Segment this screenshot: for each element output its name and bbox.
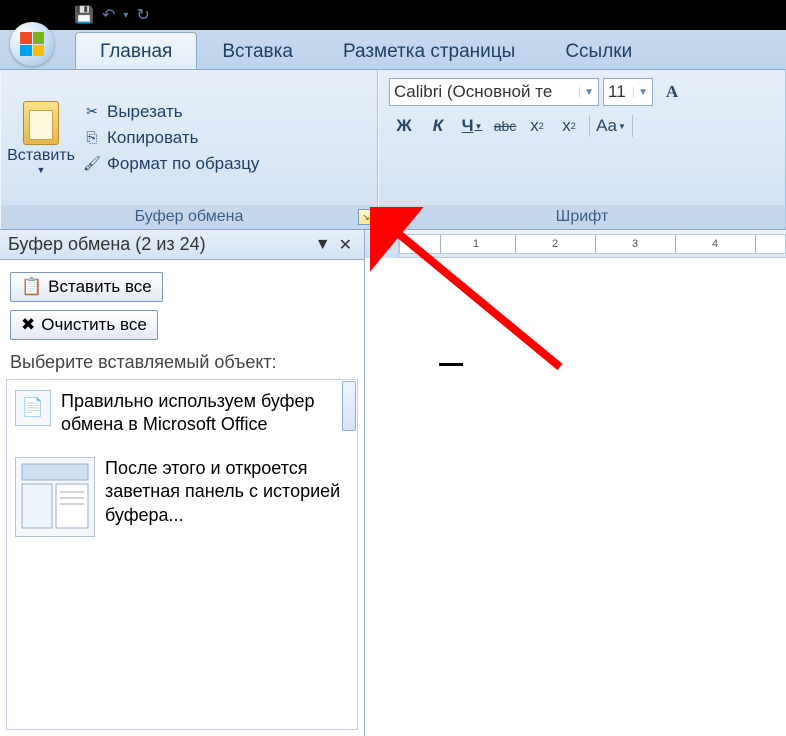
pane-title: Буфер обмена (2 из 24) — [8, 234, 206, 255]
paste-all-label: Вставить все — [48, 277, 152, 297]
pane-instruction: Выберите вставляемый объект: — [0, 352, 364, 379]
text-cursor — [439, 363, 463, 366]
clipboard-item-text: Правильно используем буфер обмена в Micr… — [61, 390, 349, 437]
save-icon[interactable]: 💾 — [74, 5, 94, 25]
paste-button[interactable]: Вставить ▼ — [7, 74, 75, 201]
clipboard-item[interactable]: После этого и откроется заветная панель … — [7, 447, 357, 547]
group-clipboard-label: Буфер обмена ↘ — [1, 205, 377, 229]
text-item-icon: 📄 — [15, 390, 51, 426]
paste-all-icon: 📋 — [21, 277, 42, 297]
tab-insert[interactable]: Вставка — [197, 32, 318, 69]
font-name-value: Calibri (Основной те — [394, 82, 552, 102]
bold-button[interactable]: Ж — [389, 112, 419, 140]
brush-icon: 🖌 — [83, 155, 101, 173]
copy-button[interactable]: ⎘ Копировать — [79, 126, 263, 150]
clipboard-dialog-launcher[interactable]: ↘ — [358, 209, 374, 225]
group-clipboard: Вставить ▼ ✂ Вырезать ⎘ Копировать 🖌 Фор… — [0, 70, 378, 229]
clipboard-task-pane: Буфер обмена (2 из 24) ▼ ✕ 📋 Вставить вс… — [0, 230, 365, 736]
ruler-number: 4 — [712, 238, 718, 250]
ruler-number: 2 — [552, 238, 558, 250]
image-item-thumb — [15, 457, 95, 537]
chevron-down-icon[interactable]: ▼ — [475, 122, 483, 131]
separator — [632, 115, 633, 137]
change-case-button[interactable]: Aa▼ — [596, 112, 626, 140]
pane-header: Буфер обмена (2 из 24) ▼ ✕ — [0, 230, 364, 260]
ruler-corner-icon[interactable]: ⬚ — [365, 230, 399, 258]
clear-all-button[interactable]: ✖ Очистить все — [10, 310, 158, 340]
separator — [589, 115, 590, 137]
format-painter-label: Формат по образцу — [107, 154, 259, 174]
chevron-down-icon[interactable]: ▼ — [618, 122, 626, 131]
office-button[interactable] — [10, 22, 54, 66]
group-font-label: Шрифт — [379, 205, 785, 229]
document-page[interactable] — [399, 258, 786, 736]
tab-layout[interactable]: Разметка страницы — [318, 32, 540, 69]
chevron-down-icon[interactable]: ▼ — [579, 87, 594, 98]
clear-all-icon: ✖ — [21, 315, 35, 335]
superscript-button[interactable]: x2 — [555, 112, 583, 140]
italic-button[interactable]: К — [423, 112, 453, 140]
ruler-number: 3 — [632, 238, 638, 250]
grow-font-button[interactable]: A — [657, 78, 687, 106]
copy-label: Копировать — [107, 128, 199, 148]
clipboard-item-text: После этого и откроется заветная панель … — [105, 457, 349, 537]
ribbon: Вставить ▼ ✂ Вырезать ⎘ Копировать 🖌 Фор… — [0, 70, 786, 230]
title-bar: 💾 ↶ ▾ ↻ — [0, 0, 786, 30]
document-area: ⬚ 1 2 3 4 — [365, 230, 786, 736]
clipboard-items-list[interactable]: 📄 Правильно используем буфер обмена в Mi… — [6, 379, 358, 730]
tab-home[interactable]: Главная — [75, 32, 197, 69]
copy-icon: ⎘ — [83, 129, 101, 147]
workspace: Буфер обмена (2 из 24) ▼ ✕ 📋 Вставить вс… — [0, 230, 786, 736]
clear-all-label: Очистить все — [41, 315, 147, 335]
scissors-icon: ✂ — [83, 103, 101, 121]
tab-references[interactable]: Ссылки — [540, 32, 657, 69]
chevron-down-icon[interactable]: ▼ — [633, 87, 648, 98]
group-font: Calibri (Основной те ▼ 11 ▼ A Ж К Ч▼ abc… — [378, 70, 786, 229]
clipboard-item[interactable]: 📄 Правильно используем буфер обмена в Mi… — [7, 380, 357, 447]
undo-icon[interactable]: ↶ — [102, 5, 115, 25]
strike-button[interactable]: abc — [491, 112, 519, 140]
cut-button[interactable]: ✂ Вырезать — [79, 100, 263, 124]
redo-icon[interactable]: ↻ — [136, 5, 149, 25]
pane-menu-icon[interactable]: ▼ — [311, 236, 335, 254]
subscript-button[interactable]: x2 — [523, 112, 551, 140]
paste-label: Вставить — [7, 147, 75, 165]
font-size-value: 11 — [608, 82, 626, 102]
horizontal-ruler[interactable]: ⬚ 1 2 3 4 — [365, 230, 786, 258]
font-size-combo[interactable]: 11 ▼ — [603, 78, 653, 106]
office-logo-icon — [20, 32, 44, 56]
undo-dropdown-icon[interactable]: ▾ — [123, 10, 128, 21]
scrollbar-thumb[interactable] — [342, 381, 356, 431]
underline-button[interactable]: Ч▼ — [457, 112, 487, 140]
chevron-down-icon[interactable]: ▼ — [37, 165, 46, 175]
font-name-combo[interactable]: Calibri (Основной те ▼ — [389, 78, 599, 106]
format-painter-button[interactable]: 🖌 Формат по образцу — [79, 152, 263, 176]
paste-icon — [23, 101, 59, 145]
paste-all-button[interactable]: 📋 Вставить все — [10, 272, 163, 302]
ruler-number: 1 — [473, 238, 479, 250]
close-icon[interactable]: ✕ — [335, 235, 356, 255]
ribbon-tab-strip: Главная Вставка Разметка страницы Ссылки — [0, 30, 786, 70]
cut-label: Вырезать — [107, 102, 183, 122]
